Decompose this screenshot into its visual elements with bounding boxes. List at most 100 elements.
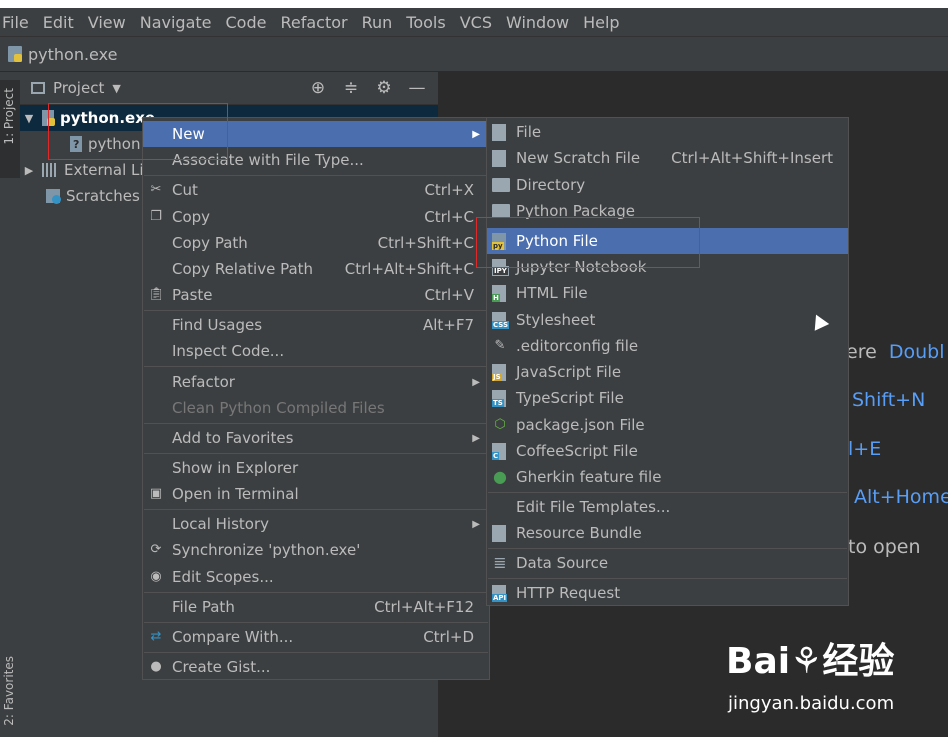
project-icon bbox=[31, 82, 45, 94]
annotation-box-new bbox=[48, 103, 228, 160]
menu-separator bbox=[144, 652, 488, 653]
watermark-logo: Bai⚘经验 bbox=[726, 641, 895, 682]
menu-file[interactable]: File bbox=[2, 13, 29, 32]
menu-item-local-history[interactable]: Local History ▶ bbox=[143, 511, 489, 537]
submenu-item-stylesheet[interactable]: CSS Stylesheet bbox=[487, 307, 848, 333]
submenu-item-html-file[interactable]: H HTML File bbox=[487, 280, 848, 306]
submenu-item-directory[interactable]: Directory bbox=[487, 172, 848, 198]
menu-separator bbox=[144, 423, 488, 424]
nodejs-icon: ⬡ bbox=[494, 417, 506, 432]
sync-icon: ⟳ bbox=[150, 542, 162, 557]
scissors-icon: ✂ bbox=[150, 182, 162, 197]
submenu-item-javascript[interactable]: JS JavaScript File bbox=[487, 359, 848, 385]
menu-item-synchronize[interactable]: ⟳ Synchronize 'python.exe' bbox=[143, 537, 489, 563]
menu-window[interactable]: Window bbox=[506, 13, 569, 32]
menu-item-cut[interactable]: ✂ Cut Ctrl+X bbox=[143, 177, 489, 203]
submenu-item-package-json[interactable]: ⬡ package.json File bbox=[487, 412, 848, 438]
collapse-all-icon[interactable]: ≑ bbox=[342, 78, 360, 98]
chevron-down-icon: ▼ bbox=[112, 81, 121, 95]
submenu-item-data-source[interactable]: ≣ Data Source bbox=[487, 550, 848, 576]
menu-separator bbox=[144, 509, 488, 510]
menu-item-file-path[interactable]: File Path Ctrl+Alt+F12 bbox=[143, 594, 489, 620]
tree-item-label: External Li bbox=[64, 161, 144, 179]
new-submenu: File New Scratch File Ctrl+Alt+Shift+Ins… bbox=[486, 117, 849, 606]
editor-hint-recent: l+E bbox=[848, 438, 882, 460]
submenu-item-edit-templates[interactable]: Edit File Templates... bbox=[487, 494, 848, 520]
database-icon: ≣ bbox=[493, 553, 507, 572]
menu-item-inspect-code[interactable]: Inspect Code... bbox=[143, 338, 489, 364]
menu-item-copy-relative-path[interactable]: Copy Relative Path Ctrl+Alt+Shift+C bbox=[143, 256, 489, 282]
menu-item-show-in-explorer[interactable]: Show in Explorer bbox=[143, 455, 489, 481]
project-title: Project bbox=[53, 79, 105, 97]
tab-favorites[interactable]: 2: Favorites bbox=[0, 650, 20, 737]
hide-icon[interactable]: — bbox=[408, 78, 426, 98]
menu-separator bbox=[488, 578, 847, 579]
menu-code[interactable]: Code bbox=[226, 13, 267, 32]
annotation-box-python-file bbox=[476, 217, 700, 268]
submenu-arrow-icon: ▶ bbox=[472, 432, 480, 444]
menu-item-copy-path[interactable]: Copy Path Ctrl+Shift+C bbox=[143, 230, 489, 256]
submenu-item-coffeescript[interactable]: C CoffeeScript File bbox=[487, 438, 848, 464]
gear-icon[interactable]: ⚙ bbox=[375, 78, 393, 98]
submenu-item-scratch-file[interactable]: New Scratch File Ctrl+Alt+Shift+Insert bbox=[487, 145, 848, 171]
menu-separator bbox=[144, 310, 488, 311]
menu-help[interactable]: Help bbox=[583, 13, 619, 32]
javascript-icon: JS bbox=[492, 363, 506, 381]
menu-tools[interactable]: Tools bbox=[406, 13, 445, 32]
menu-item-find-usages[interactable]: Find Usages Alt+F7 bbox=[143, 312, 489, 338]
submenu-item-http-request[interactable]: API HTTP Request bbox=[487, 580, 848, 606]
context-menu: New ▶ Associate with File Type... ✂ Cut … bbox=[142, 117, 490, 680]
editor-hint-drop: to open bbox=[848, 536, 921, 558]
editor-hint-search: ere Doubl bbox=[846, 341, 945, 363]
top-strip bbox=[0, 0, 948, 8]
typescript-icon: TS bbox=[492, 389, 506, 407]
menu-separator bbox=[144, 366, 488, 367]
breadcrumb-project[interactable]: python.exe bbox=[28, 45, 117, 64]
menu-edit[interactable]: Edit bbox=[43, 13, 74, 32]
html-icon: H bbox=[492, 284, 506, 302]
scope-icon: ◉ bbox=[150, 569, 162, 584]
menu-item-create-gist[interactable]: ● Create Gist... bbox=[143, 654, 489, 680]
menu-run[interactable]: Run bbox=[362, 13, 393, 32]
menu-item-edit-scopes[interactable]: ◉ Edit Scopes... bbox=[143, 564, 489, 590]
coffeescript-icon: C bbox=[492, 442, 506, 460]
submenu-item-gherkin[interactable]: ● Gherkin feature file bbox=[487, 464, 848, 490]
tab-project-label: 1: Project bbox=[2, 88, 16, 145]
menu-item-paste[interactable]: 📋︎ Paste Ctrl+V bbox=[143, 282, 489, 308]
submenu-item-file[interactable]: File bbox=[487, 119, 848, 145]
collapsed-arrow-icon[interactable]: ▶ bbox=[24, 164, 34, 177]
project-view-selector[interactable]: Project ▼ bbox=[31, 79, 121, 97]
menu-item-clean-compiled: Clean Python Compiled Files bbox=[172, 399, 385, 417]
menu-view[interactable]: View bbox=[88, 13, 126, 32]
expand-arrow-icon[interactable]: ▼ bbox=[24, 112, 34, 125]
menu-item-copy[interactable]: ❐ Copy Ctrl+C bbox=[143, 204, 489, 230]
locate-icon[interactable]: ⊕ bbox=[309, 78, 327, 98]
hint-shortcut: Doubl bbox=[888, 341, 945, 363]
menu-item-add-to-favorites[interactable]: Add to Favorites ▶ bbox=[143, 425, 489, 451]
terminal-icon: ▣ bbox=[149, 486, 163, 501]
tab-project[interactable]: 1: Project bbox=[0, 80, 20, 178]
menu-vcs[interactable]: VCS bbox=[460, 13, 492, 32]
library-icon bbox=[42, 163, 58, 177]
tab-favorites-label: 2: Favorites bbox=[2, 656, 16, 726]
folder-icon bbox=[492, 178, 510, 192]
submenu-item-typescript[interactable]: TS TypeScript File bbox=[487, 385, 848, 411]
menu-refactor[interactable]: Refactor bbox=[280, 13, 347, 32]
menu-navigate[interactable]: Navigate bbox=[140, 13, 212, 32]
scratches-icon bbox=[46, 189, 61, 204]
submenu-item-resource-bundle[interactable]: Resource Bundle bbox=[487, 520, 848, 546]
api-icon: API bbox=[492, 584, 508, 602]
menu-separator bbox=[144, 622, 488, 623]
project-panel-header: Project ▼ ⊕ ≑ ⚙ — bbox=[20, 72, 438, 105]
tree-item-label: Scratches bbox=[66, 187, 140, 205]
menu-item-open-in-terminal[interactable]: ▣ Open in Terminal bbox=[143, 481, 489, 507]
menu-separator bbox=[144, 175, 488, 176]
compare-icon: ⇄ bbox=[150, 629, 162, 644]
scratch-file-icon bbox=[492, 149, 506, 167]
menu-bar: File Edit View Navigate Code Refactor Ru… bbox=[0, 8, 948, 36]
gherkin-icon: ● bbox=[493, 467, 507, 486]
submenu-item-editorconfig[interactable]: ✎ .editorconfig file bbox=[487, 333, 848, 359]
menu-item-compare-with[interactable]: ⇄ Compare With... Ctrl+D bbox=[143, 624, 489, 650]
clipboard-icon: 📋︎ bbox=[148, 287, 165, 302]
menu-item-refactor[interactable]: Refactor ▶ bbox=[143, 369, 489, 395]
